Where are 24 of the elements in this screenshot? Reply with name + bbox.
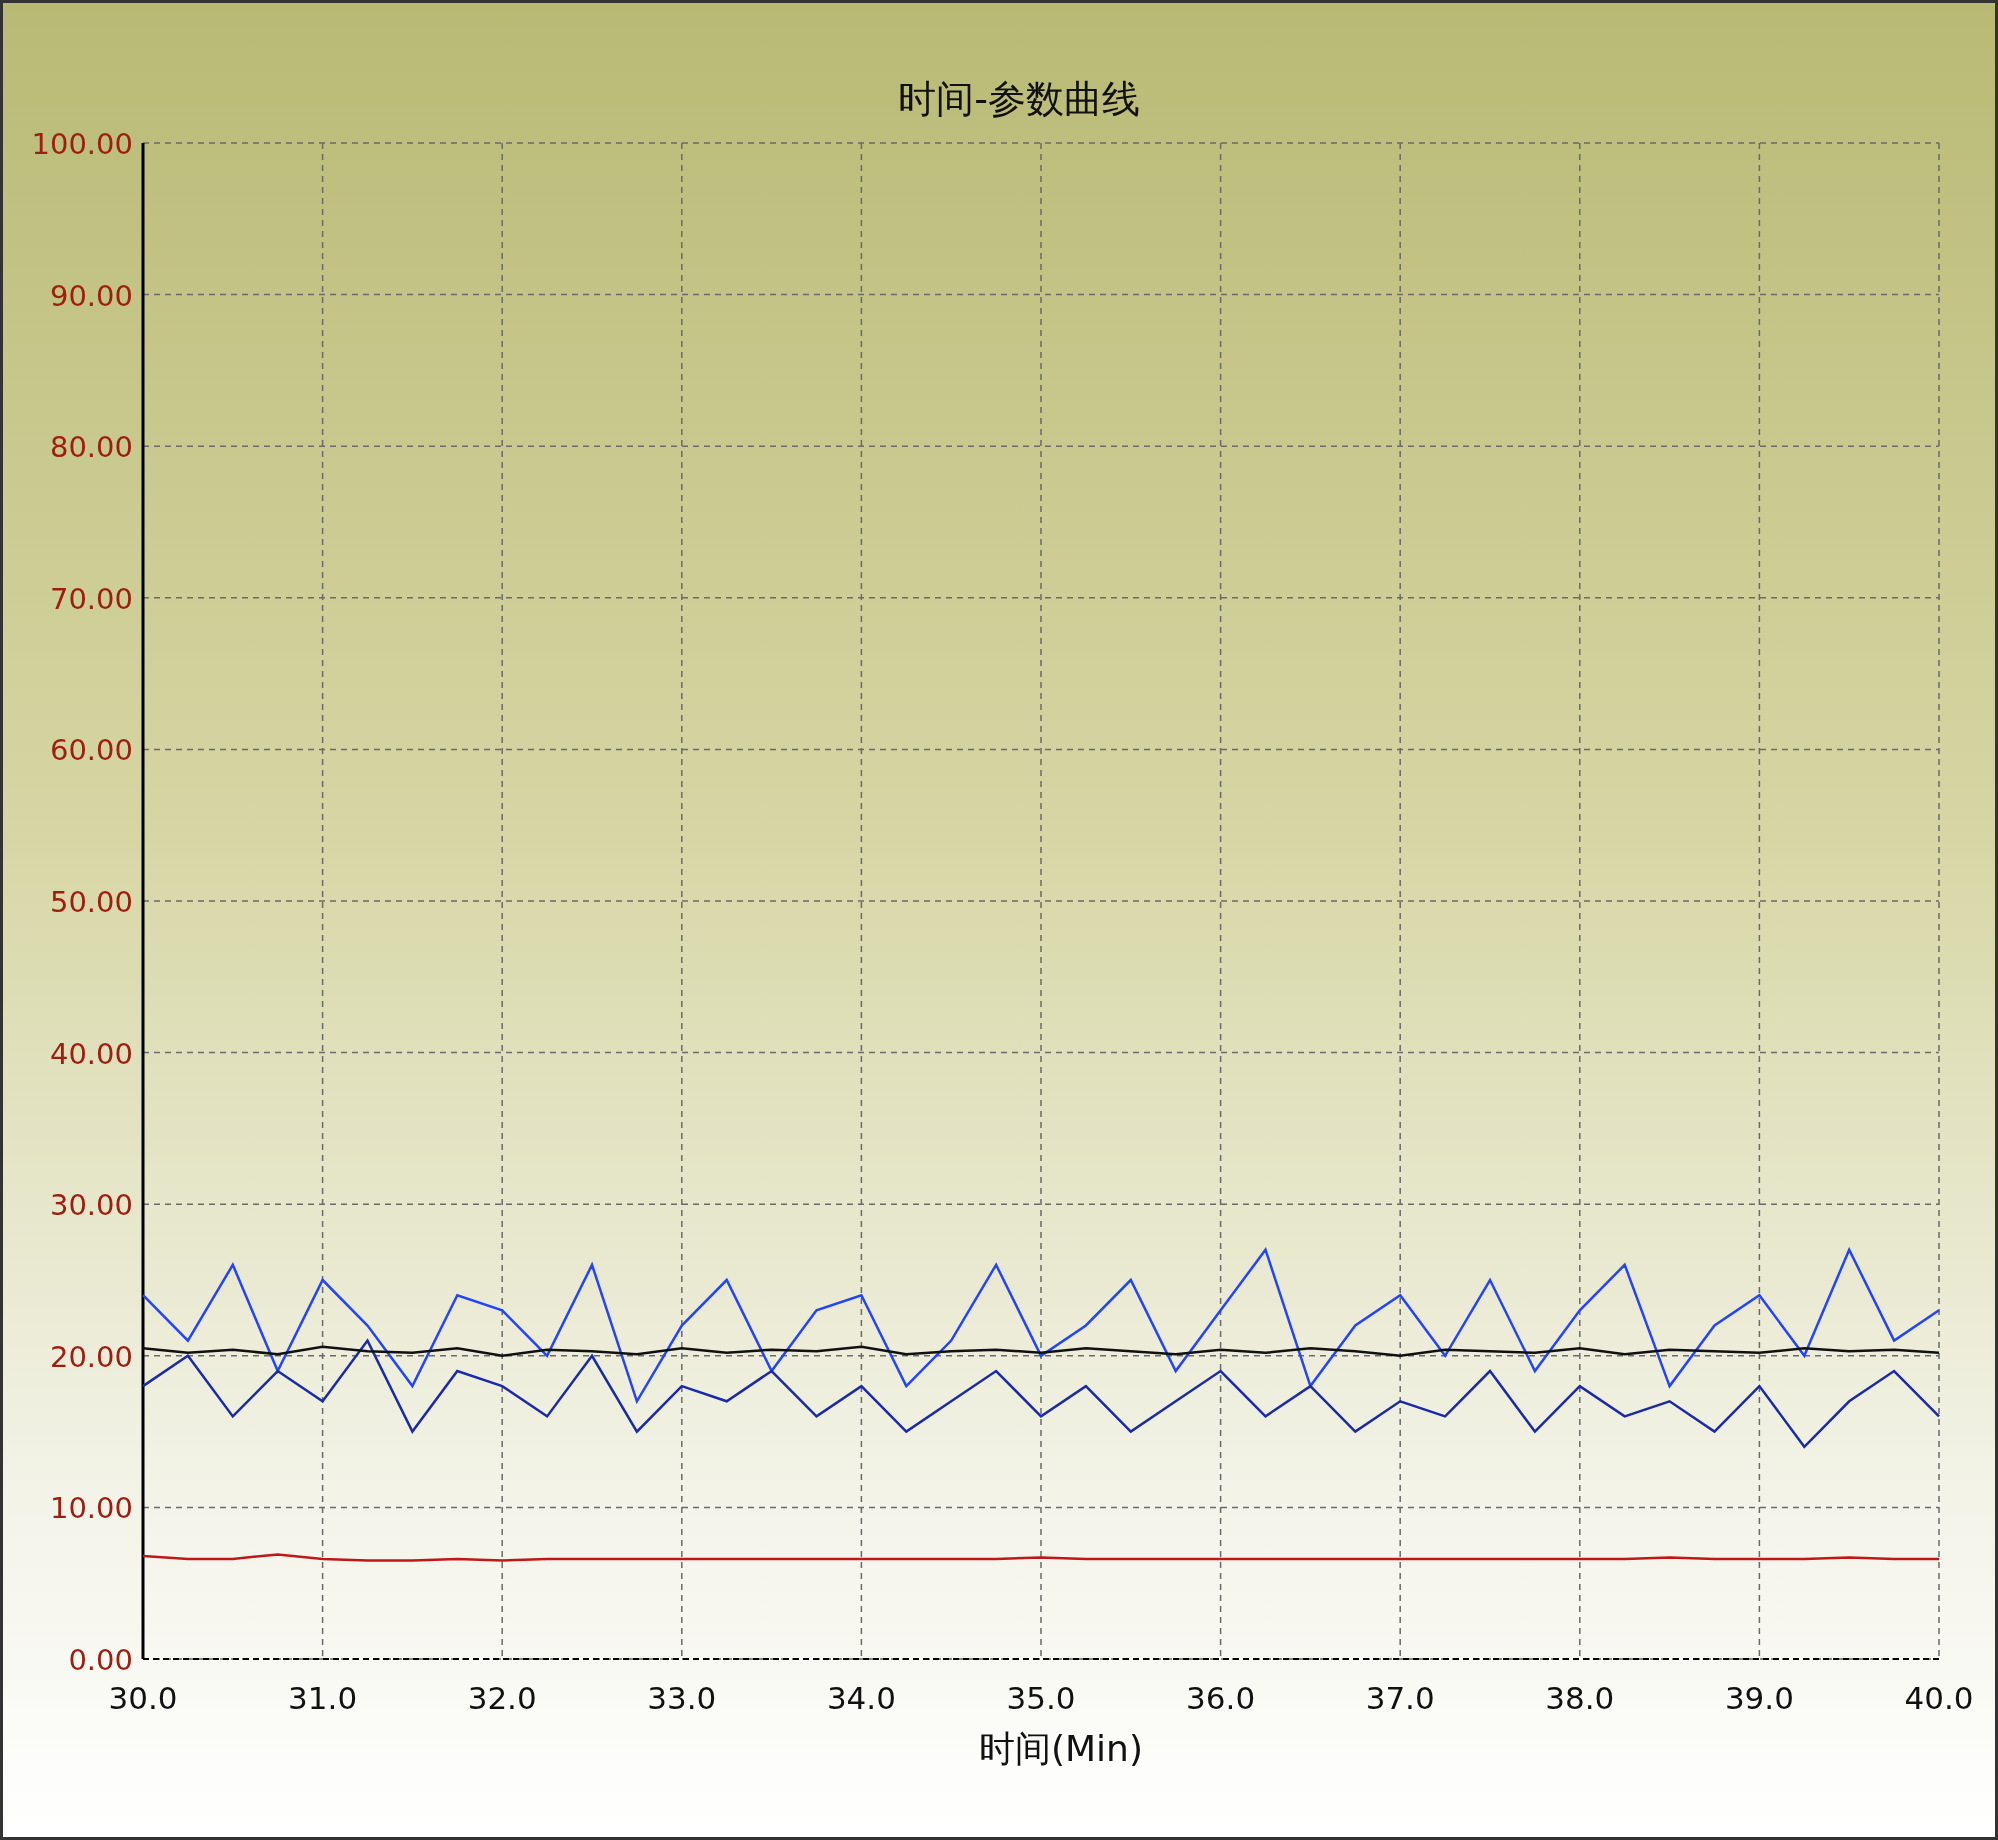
x-tick-label: 39.0 (1724, 1680, 1794, 1716)
y-tick-label: 10.00 (49, 1491, 133, 1526)
x-tick-label: 37.0 (1365, 1680, 1435, 1716)
x-tick-label: 31.0 (288, 1680, 358, 1716)
x-tick-label: 34.0 (826, 1680, 896, 1716)
y-tick-label: 30.00 (49, 1188, 133, 1223)
y-tick-label: 50.00 (49, 885, 133, 919)
y-tick-label: 60.00 (49, 733, 133, 768)
x-tick-label: 32.0 (467, 1680, 537, 1716)
x-tick-label: 33.0 (647, 1680, 717, 1716)
x-tick-label: 30.0 (108, 1680, 178, 1716)
chart-title: 时间-参数曲线 (897, 76, 1140, 123)
y-tick-label: 100.00 (31, 133, 133, 161)
y-tick-label: 20.00 (49, 1339, 133, 1374)
x-tick-label: 36.0 (1186, 1680, 1256, 1716)
y-tick-label: 90.00 (49, 278, 133, 313)
x-tick-label: 35.0 (1006, 1680, 1076, 1716)
y-tick-label: 70.00 (49, 581, 133, 616)
y-tick-label: 40.00 (49, 1036, 133, 1071)
y-tick-label: 80.00 (49, 430, 133, 465)
x-axis-title: 时间(Min) (979, 1728, 1143, 1769)
y-tick-label: 0.00 (68, 1643, 133, 1677)
x-tick-label: 40.0 (1904, 1680, 1974, 1716)
x-tick-label: 38.0 (1545, 1680, 1615, 1716)
